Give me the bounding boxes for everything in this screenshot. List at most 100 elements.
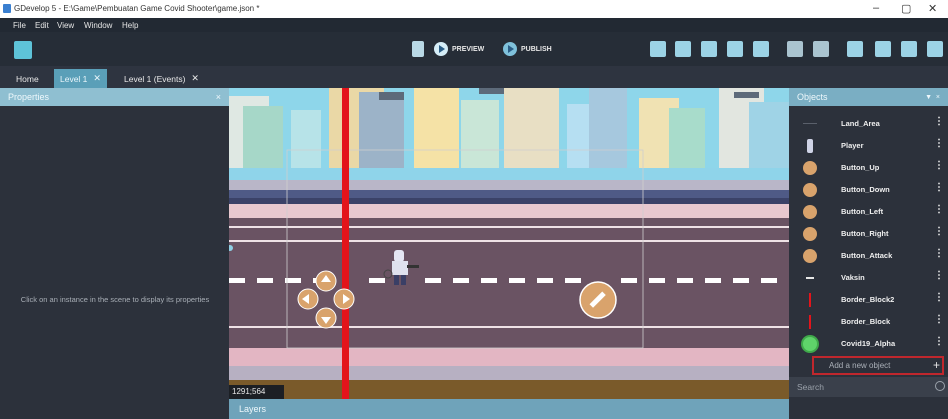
maximize-button[interactable]: ▢ — [901, 2, 911, 15]
object-label: Button_Down — [841, 185, 890, 194]
arrow-down-button-icon — [803, 183, 817, 197]
player-icon — [807, 139, 813, 153]
layers-panel-header[interactable]: Layers — [229, 399, 789, 419]
search-placeholder: Search — [797, 382, 824, 392]
publish-button[interactable]: PUBLISH — [503, 42, 552, 56]
tab-home[interactable]: Home — [10, 69, 45, 88]
object-item-player[interactable]: Player ⋮ — [789, 135, 948, 157]
arrow-up-button-icon — [803, 161, 817, 175]
red-border-icon — [809, 315, 811, 329]
more-options-icon[interactable]: ⋮ — [934, 226, 944, 237]
object-item-border-block[interactable]: Border_Block ⋮ — [789, 311, 948, 333]
object-item-button-up[interactable]: Button_Up ⋮ — [789, 157, 948, 179]
close-window-button[interactable]: ✕ — [928, 2, 937, 15]
close-icon[interactable]: × — [216, 92, 221, 102]
preview-button[interactable]: PREVIEW — [434, 42, 484, 56]
object-item-covid19-alpha[interactable]: Covid19_Alpha ⋮ — [789, 333, 948, 355]
instances-list-icon[interactable] — [727, 41, 743, 57]
more-options-icon[interactable]: ⋮ — [934, 270, 944, 281]
arrow-left-button-icon[interactable] — [297, 288, 319, 310]
preview-label: PREVIEW — [452, 45, 485, 53]
menu-file[interactable]: File — [13, 21, 26, 30]
object-item-land-area[interactable]: Land_Area ⋮ — [789, 113, 948, 135]
add-new-object-button[interactable]: Add a new object + — [812, 356, 944, 375]
layers-panel-icon[interactable] — [753, 41, 769, 57]
more-options-icon[interactable]: ⋮ — [934, 336, 944, 347]
grid-icon[interactable] — [875, 41, 891, 57]
tab-level-1-events[interactable]: Level 1 (Events) ✕ — [118, 69, 205, 88]
red-border-icon — [809, 293, 811, 307]
properties-title: Properties — [8, 92, 50, 102]
object-item-vaksin[interactable]: Vaksin ⋮ — [789, 267, 948, 289]
tab-level-1[interactable]: Level 1 ✕ — [54, 69, 107, 88]
more-options-icon[interactable]: ⋮ — [934, 182, 944, 193]
properties-panel: Properties × Click on an instance in the… — [0, 88, 229, 419]
more-options-icon[interactable]: ⋮ — [934, 138, 944, 149]
menu-edit[interactable]: Edit — [35, 21, 49, 30]
debug-icon[interactable] — [412, 41, 424, 57]
scene-artwork — [229, 88, 789, 399]
more-options-icon[interactable]: ⋮ — [934, 204, 944, 215]
more-options-icon[interactable]: ⋮ — [934, 292, 944, 303]
objects-panel-icon[interactable] — [675, 41, 691, 57]
object-item-border-block2[interactable]: Border_Block2 ⋮ — [789, 289, 948, 311]
object-groups-icon[interactable] — [650, 41, 666, 57]
redo-icon[interactable] — [813, 41, 829, 57]
menu-window[interactable]: Window — [84, 21, 112, 30]
object-label: Button_Up — [841, 163, 880, 172]
objects-title: Objects — [797, 92, 828, 102]
more-options-icon[interactable]: ⋮ — [934, 314, 944, 325]
tab-bar: Home Level 1 ✕ Level 1 (Events) ✕ — [0, 66, 948, 88]
arrow-up-button-icon[interactable] — [315, 270, 337, 292]
menu-view[interactable]: View — [57, 21, 74, 30]
more-options-icon[interactable]: ⋮ — [934, 116, 944, 127]
object-label: Border_Block2 — [841, 295, 895, 304]
object-label: Vaksin — [841, 273, 865, 282]
publish-icon — [503, 42, 517, 56]
arrow-down-button-icon[interactable] — [315, 307, 337, 329]
border-block[interactable] — [342, 88, 349, 399]
syringe-button-icon — [803, 249, 817, 263]
object-item-button-down[interactable]: Button_Down ⋮ — [789, 179, 948, 201]
objects-search-input[interactable]: Search — [789, 377, 948, 397]
object-label: Covid19_Alpha — [841, 339, 896, 348]
arrow-left-button-icon — [803, 205, 817, 219]
layers-title: Layers — [239, 404, 267, 414]
close-icon[interactable]: ✕ — [191, 73, 199, 84]
more-options-icon[interactable]: ⋮ — [934, 160, 944, 171]
syringe-button-icon[interactable] — [579, 281, 617, 319]
minimize-button[interactable]: – — [873, 2, 879, 14]
properties-hint: Click on an instance in the scene to dis… — [20, 295, 210, 304]
project-manager-icon[interactable] — [14, 41, 32, 59]
objects-header: Objects ▼ × — [789, 88, 948, 106]
object-label: Button_Attack — [841, 251, 893, 260]
properties-panel-icon[interactable] — [701, 41, 717, 57]
play-icon — [434, 42, 448, 56]
close-icon[interactable]: ✕ — [93, 73, 101, 84]
chevron-down-icon[interactable]: ▼ × — [925, 94, 940, 101]
arrow-right-button-icon[interactable] — [333, 288, 355, 310]
object-item-button-right[interactable]: Button_Right ⋮ — [789, 223, 948, 245]
add-new-object-label: Add a new object — [829, 361, 891, 370]
virus-icon — [803, 337, 817, 351]
properties-header: Properties × — [0, 88, 229, 106]
arrow-right-button-icon — [803, 227, 817, 241]
tab-label: Level 1 — [60, 73, 88, 84]
land-icon — [803, 123, 817, 124]
more-options-icon[interactable]: ⋮ — [934, 248, 944, 259]
object-item-button-attack[interactable]: Button_Attack ⋮ — [789, 245, 948, 267]
window-title: GDevelop 5 - E:\Game\Pembuatan Game Covi… — [14, 4, 260, 13]
zoom-icon[interactable] — [901, 41, 917, 57]
window-mask-icon[interactable] — [847, 41, 863, 57]
vaccine-icon — [806, 277, 814, 279]
object-label: Border_Block — [841, 317, 891, 326]
object-label: Button_Left — [841, 207, 884, 216]
undo-icon[interactable] — [787, 41, 803, 57]
object-item-button-left[interactable]: Button_Left ⋮ — [789, 201, 948, 223]
plus-icon: + — [932, 358, 940, 372]
menu-help[interactable]: Help — [122, 21, 138, 30]
scene-canvas[interactable]: 1291;564 — [229, 88, 789, 399]
search-icon — [935, 381, 945, 391]
scene-properties-icon[interactable] — [927, 41, 943, 57]
menu-bar: File Edit View Window Help — [0, 18, 948, 32]
